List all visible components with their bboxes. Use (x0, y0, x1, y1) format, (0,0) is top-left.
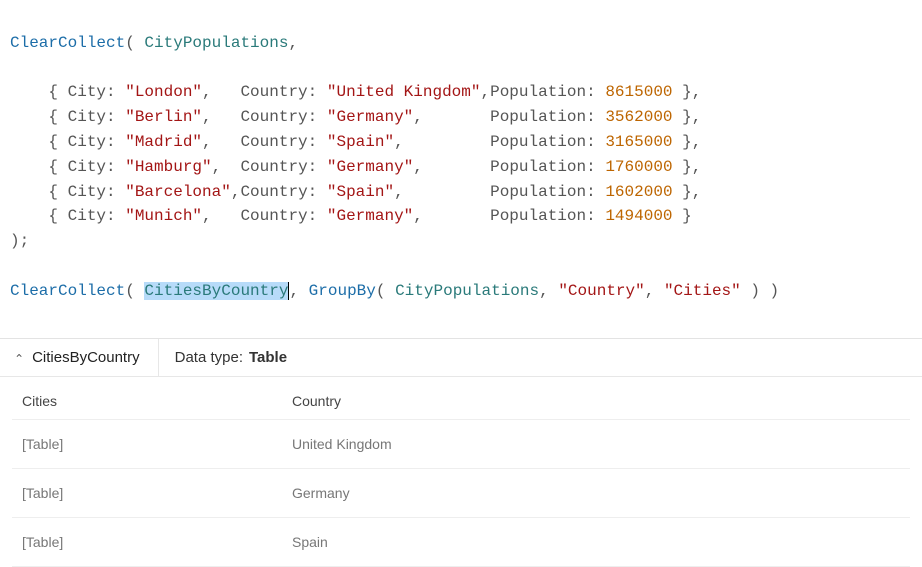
results-datatype: Data type: Table (159, 339, 303, 376)
ident-citypopulations: CityPopulations (144, 34, 288, 52)
arg-country: "Country" (558, 282, 644, 300)
code-line: ClearCollect( CityPopulations, (10, 31, 912, 56)
code-line: { City: "Barcelona",Country: "Spain", Po… (10, 180, 912, 205)
code-line: { City: "Madrid", Country: "Spain", Popu… (10, 130, 912, 155)
fn-clearcollect: ClearCollect (10, 34, 125, 52)
code-line: ClearCollect( CitiesByCountry, GroupBy( … (10, 279, 912, 304)
table-header-row: Cities Country (12, 381, 910, 420)
col-header-cities: Cities (12, 381, 282, 419)
cell-country: Spain (282, 518, 910, 566)
arg-cities: "Cities" (664, 282, 741, 300)
col-header-country: Country (282, 381, 910, 419)
table-row[interactable]: [Table]Germany (12, 469, 910, 518)
table-row[interactable]: [Table]United Kingdom (12, 420, 910, 469)
results-header: ⌄ CitiesByCountry Data type: Table (0, 339, 922, 377)
datatype-label: Data type: (175, 349, 243, 366)
results-variable-toggle[interactable]: ⌄ CitiesByCountry (0, 339, 159, 376)
cell-country: United Kingdom (282, 420, 910, 468)
code-line: { City: "Berlin", Country: "Germany", Po… (10, 105, 912, 130)
datatype-value: Table (249, 349, 287, 366)
code-line: { City: "Hamburg", Country: "Germany", P… (10, 155, 912, 180)
fn-groupby: GroupBy (309, 282, 376, 300)
cell-cities[interactable]: [Table] (12, 420, 282, 468)
fn-clearcollect: ClearCollect (10, 282, 125, 300)
results-panel: ⌄ CitiesByCountry Data type: Table Citie… (0, 339, 922, 567)
cell-cities[interactable]: [Table] (12, 518, 282, 566)
code-line: ); (10, 229, 912, 254)
chevron-up-icon: ⌄ (14, 351, 24, 365)
code-line: { City: "Munich", Country: "Germany", Po… (10, 204, 912, 229)
code-line: { City: "London", Country: "United Kingd… (10, 80, 912, 105)
results-variable-name: CitiesByCountry (32, 349, 140, 366)
cell-country: Germany (282, 469, 910, 517)
results-table: Cities Country [Table]United Kingdom[Tab… (0, 377, 922, 567)
ident-citiesbycountry-selected: CitiesByCountry (144, 282, 289, 300)
ident-citypopulations: CityPopulations (395, 282, 539, 300)
table-row[interactable]: [Table]Spain (12, 518, 910, 567)
formula-editor[interactable]: ClearCollect( CityPopulations, { City: "… (0, 0, 922, 339)
cell-cities[interactable]: [Table] (12, 469, 282, 517)
